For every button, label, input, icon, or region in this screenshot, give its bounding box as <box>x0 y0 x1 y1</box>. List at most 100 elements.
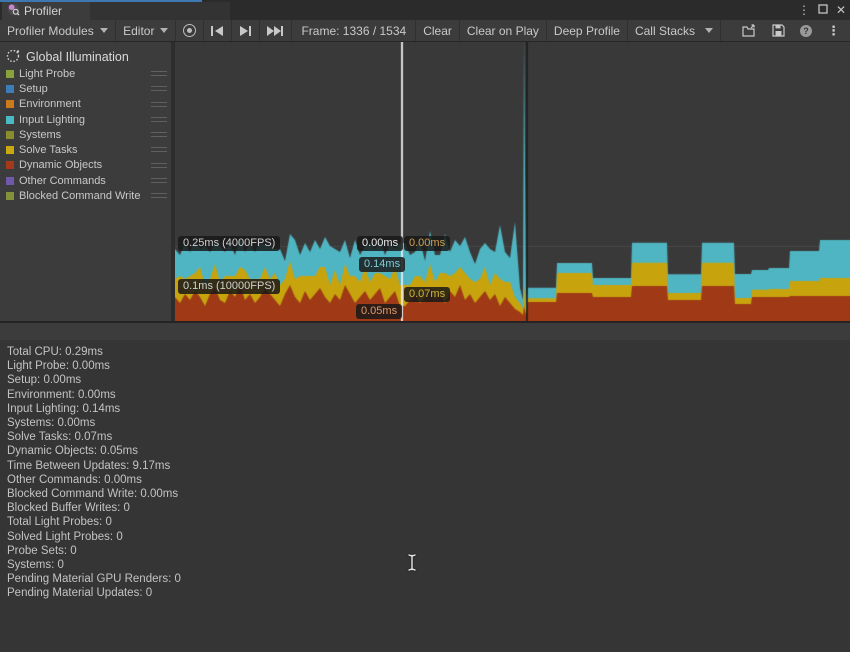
legend-label: Light Probe <box>19 68 75 80</box>
chevron-down-icon <box>705 28 713 33</box>
legend-color-chip <box>6 192 14 200</box>
drag-handle-icon[interactable] <box>151 71 167 76</box>
stat-line: Light Probe: 0.00ms <box>7 359 181 373</box>
context-menu-button[interactable]: ⋮ <box>820 20 850 41</box>
drag-handle-icon[interactable] <box>151 86 167 91</box>
legend-item-environment[interactable]: Environment <box>0 97 171 112</box>
stat-line: Setup: 0.00ms <box>7 373 181 387</box>
chart-value-label: 0.1ms (10000FPS) <box>178 279 280 294</box>
legend-label: Solve Tasks <box>19 144 78 156</box>
stat-line: Environment: 0.00ms <box>7 388 181 402</box>
module-title: Global Illumination <box>26 50 129 64</box>
legend-color-chip <box>6 146 14 154</box>
drag-handle-icon[interactable] <box>151 117 167 122</box>
legend-color-chip <box>6 70 14 78</box>
window-close-icon[interactable]: ✕ <box>836 3 846 17</box>
legend-item-setup[interactable]: Setup <box>0 81 171 96</box>
record-icon <box>183 24 196 37</box>
stat-line: Probe Sets: 0 <box>7 544 181 558</box>
current-frame-button[interactable] <box>260 20 292 41</box>
skip-to-end-icon <box>267 26 284 36</box>
clear-button[interactable]: Clear <box>416 20 460 41</box>
legend-label: Blocked Command Write <box>19 190 140 202</box>
stat-line: Solved Light Probes: 0 <box>7 530 181 544</box>
global-illumination-icon <box>6 49 20 66</box>
legend-color-chip <box>6 85 14 93</box>
chevron-down-icon <box>160 28 168 33</box>
target-selection-dropdown[interactable]: Editor <box>116 20 176 41</box>
window-maximize-icon[interactable] <box>818 4 828 17</box>
chart-value-label: 0.00ms <box>404 236 450 251</box>
window-menu-icon[interactable]: ⋮ <box>798 3 810 17</box>
legend-item-other-commands[interactable]: Other Commands <box>0 173 171 188</box>
text-cursor-icon <box>406 553 418 577</box>
save-floppy-icon <box>772 24 785 37</box>
drag-handle-icon[interactable] <box>151 102 167 107</box>
step-forward-icon <box>239 26 252 36</box>
stat-line: Systems: 0 <box>7 558 181 572</box>
kebab-menu-icon: ⋮ <box>827 23 840 39</box>
legend-label: Input Lighting <box>19 114 85 126</box>
module-header[interactable]: Global Illumination <box>0 42 171 66</box>
legend-label: Setup <box>19 83 48 95</box>
frame-counter: Frame: 1336 / 1534 <box>292 20 416 41</box>
legend-color-chip <box>6 131 14 139</box>
tab-title: Profiler <box>24 4 62 18</box>
drag-handle-icon[interactable] <box>151 178 167 183</box>
next-frame-button[interactable] <box>232 20 260 41</box>
previous-frame-button[interactable] <box>204 20 232 41</box>
stat-line: Blocked Buffer Writes: 0 <box>7 501 181 515</box>
deep-profile-button[interactable]: Deep Profile <box>547 20 628 41</box>
module-stats: Total CPU: 0.29msLight Probe: 0.00msSetu… <box>7 345 181 601</box>
help-button[interactable]: ? <box>792 20 820 41</box>
module-legend: Light Probe Setup Environment Input Lightin… <box>0 66 171 204</box>
stat-line: Total CPU: 0.29ms <box>7 345 181 359</box>
profiler-modules-dropdown[interactable]: Profiler Modules <box>0 20 116 41</box>
legend-color-chip <box>6 161 14 169</box>
stat-line: Systems: 0.00ms <box>7 416 181 430</box>
stat-line: Total Light Probes: 0 <box>7 515 181 529</box>
load-profile-button[interactable] <box>735 20 765 41</box>
tab-profiler[interactable]: Profiler <box>2 2 90 20</box>
drag-handle-icon[interactable] <box>151 193 167 198</box>
stat-line: Pending Material Updates: 0 <box>7 586 181 600</box>
drag-handle-icon[interactable] <box>151 147 167 152</box>
profiler-toolbar: Profiler Modules Editor Frame: 1336 / 15… <box>0 20 850 42</box>
save-profile-button[interactable] <box>765 20 792 41</box>
drag-handle-icon[interactable] <box>151 163 167 168</box>
stat-line: Solve Tasks: 0.07ms <box>7 430 181 444</box>
chart-value-label: 0.25ms (4000FPS) <box>178 236 280 251</box>
call-stacks-dropdown[interactable]: Call Stacks <box>628 20 721 41</box>
stat-line: Time Between Updates: 9.17ms <box>7 459 181 473</box>
svg-text:?: ? <box>803 26 809 36</box>
legend-label: Environment <box>19 98 81 110</box>
legend-label: Other Commands <box>19 175 106 187</box>
profiler-icon <box>7 3 20 19</box>
legend-label: Systems <box>19 129 61 141</box>
legend-item-blocked-command-write[interactable]: Blocked Command Write <box>0 188 171 203</box>
legend-item-light-probe[interactable]: Light Probe <box>0 66 171 81</box>
legend-item-input-lighting[interactable]: Input Lighting <box>0 112 171 127</box>
legend-item-systems[interactable]: Systems <box>0 127 171 142</box>
title-bar: Profiler ⋮ ✕ <box>0 0 850 20</box>
profiler-chart[interactable]: 0.25ms (4000FPS)0.1ms (10000FPS)0.00ms0.… <box>175 42 850 321</box>
legend-color-chip <box>6 100 14 108</box>
stat-line: Dynamic Objects: 0.05ms <box>7 444 181 458</box>
clear-on-play-button[interactable]: Clear on Play <box>460 20 547 41</box>
drag-handle-icon[interactable] <box>151 132 167 137</box>
target-label: Editor <box>123 24 154 38</box>
stat-line: Input Lighting: 0.14ms <box>7 402 181 416</box>
module-details-pane: Total CPU: 0.29msLight Probe: 0.00msSetu… <box>0 340 850 652</box>
chevron-down-icon <box>100 28 108 33</box>
chart-value-label: 0.05ms <box>356 304 402 319</box>
help-icon: ? <box>799 24 813 38</box>
record-button[interactable] <box>176 20 204 41</box>
legend-item-solve-tasks[interactable]: Solve Tasks <box>0 142 171 157</box>
stat-line: Other Commands: 0.00ms <box>7 473 181 487</box>
chart-value-label: 0.07ms <box>404 287 450 302</box>
chart-value-label: 0.00ms <box>357 236 403 251</box>
stat-line: Blocked Command Write: 0.00ms <box>7 487 181 501</box>
legend-item-dynamic-objects[interactable]: Dynamic Objects <box>0 158 171 173</box>
load-folder-icon <box>742 24 758 37</box>
profiler-modules-label: Profiler Modules <box>7 24 94 38</box>
